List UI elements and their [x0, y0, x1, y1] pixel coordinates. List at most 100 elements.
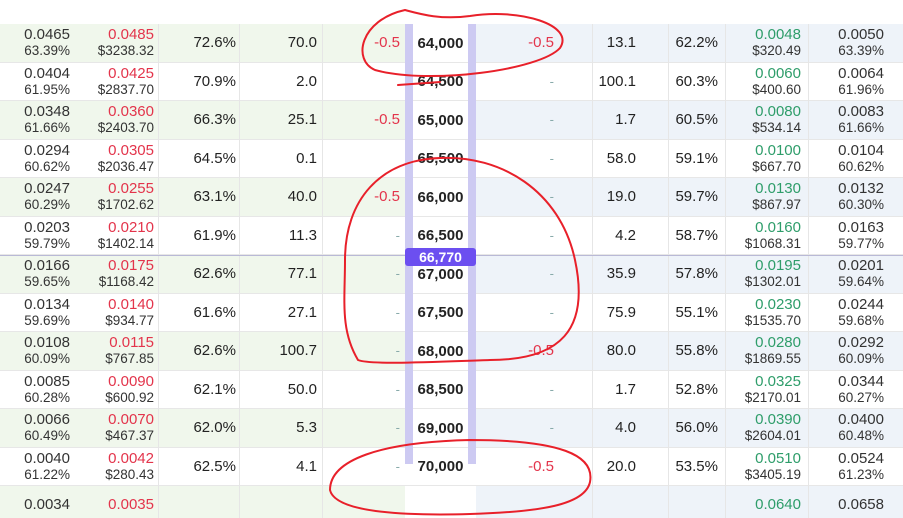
call-position: - — [395, 381, 400, 397]
call-position-cell[interactable]: - — [322, 332, 400, 371]
put-bid-cell[interactable]: 0.0280 $1869.55 — [725, 332, 801, 371]
put-ask-cell[interactable]: 0.0163 59.77% — [808, 217, 884, 256]
put-position-cell[interactable]: -0.5 — [476, 448, 554, 487]
call-position-cell[interactable] — [322, 140, 400, 179]
put-ask-cell[interactable]: 0.0050 63.39% — [808, 24, 884, 63]
put-ask-cell[interactable]: 0.0132 60.30% — [808, 178, 884, 217]
put-position-cell[interactable]: -0.5 — [476, 24, 554, 63]
call-bid-cell[interactable]: 0.0348 61.66% — [0, 101, 70, 140]
put-position-cell[interactable]: - — [476, 217, 554, 256]
call-bid-cell[interactable]: 0.0294 60.62% — [0, 140, 70, 179]
put-ask-cell[interactable]: 0.0400 60.48% — [808, 409, 884, 448]
put-ask-cell[interactable]: 0.0658 — [808, 486, 884, 518]
table-row[interactable]: 0.0465 63.39% 0.0485 $3238.32 72.6% 70.0 -0.5 6… — [0, 24, 903, 63]
call-position-cell[interactable]: -0.5 — [322, 24, 400, 63]
call-ask-cell[interactable]: 0.0042 $280.43 — [74, 448, 154, 487]
call-bid-iv: 60.49% — [24, 428, 70, 444]
call-bid-cell[interactable]: 0.0404 61.95% — [0, 63, 70, 102]
put-ask-cell[interactable]: 0.0244 59.68% — [808, 294, 884, 333]
call-ask-cell[interactable]: 0.0485 $3238.32 — [74, 24, 154, 63]
call-position-cell[interactable]: -0.5 — [322, 178, 400, 217]
put-bid-cell[interactable]: 0.0325 $2170.01 — [725, 371, 801, 410]
put-ask-cell[interactable]: 0.0064 61.96% — [808, 63, 884, 102]
put-position-cell[interactable]: - — [476, 255, 554, 294]
call-bid-cell[interactable]: 0.0203 59.79% — [0, 217, 70, 256]
put-ask-cell[interactable]: 0.0104 60.62% — [808, 140, 884, 179]
put-bid-price: 0.0640 — [755, 496, 801, 514]
call-position-cell[interactable]: -0.5 — [322, 101, 400, 140]
call-position-cell[interactable]: - — [322, 409, 400, 448]
put-position-cell[interactable]: -0.5 — [476, 332, 554, 371]
call-position-cell[interactable]: - — [322, 217, 400, 256]
put-ask-cell[interactable]: 0.0201 59.64% — [808, 255, 884, 294]
call-ask-cell[interactable]: 0.0070 $467.37 — [74, 409, 154, 448]
put-position-cell[interactable]: - — [476, 140, 554, 179]
call-delta: 62.1% — [193, 380, 236, 398]
put-bid-cell[interactable]: 0.0048 $320.49 — [725, 24, 801, 63]
call-ask-cell[interactable]: 0.0305 $2036.47 — [74, 140, 154, 179]
call-ask-usd: $1702.62 — [97, 197, 154, 213]
call-ask-usd: $3238.32 — [97, 43, 154, 59]
call-bid-cell[interactable]: 0.0066 60.49% — [0, 409, 70, 448]
call-bid-cell[interactable]: 0.0166 59.65% — [0, 255, 70, 294]
put-position-cell[interactable]: - — [476, 294, 554, 333]
table-row[interactable]: 0.0040 61.22% 0.0042 $280.43 62.5% 4.1-70,000… — [0, 447, 903, 487]
call-ask-cell[interactable]: 0.0210 $1402.14 — [74, 217, 154, 256]
put-bid-cell[interactable]: 0.0640 — [725, 486, 801, 518]
call-position-cell[interactable] — [322, 63, 400, 102]
table-row[interactable]: 0.0294 60.62% 0.0305 $2036.47 64.5% 0.1 65,500… — [0, 139, 903, 179]
put-position-cell[interactable]: - — [476, 409, 554, 448]
put-bid-cell[interactable]: 0.0100 $667.70 — [725, 140, 801, 179]
call-bid-cell[interactable]: 0.0465 63.39% — [0, 24, 70, 63]
put-bid-cell[interactable]: 0.0230 $1535.70 — [725, 294, 801, 333]
call-bid-cell[interactable]: 0.0134 59.69% — [0, 294, 70, 333]
table-row[interactable]: 0.0134 59.69% 0.0140 $934.77 61.6% 27.1-67,50… — [0, 293, 903, 333]
put-position-cell[interactable] — [476, 486, 554, 518]
put-ask-cell[interactable]: 0.0344 60.27% — [808, 371, 884, 410]
table-row[interactable]: 0.0066 60.49% 0.0070 $467.37 62.0% 5.3-69,000… — [0, 409, 903, 448]
table-row[interactable]: 0.0085 60.28% 0.0090 $600.92 62.1% 50.0-68,50… — [0, 370, 903, 410]
call-ask-cell[interactable]: 0.0360 $2403.70 — [74, 101, 154, 140]
call-ask-cell[interactable]: 0.0425 $2837.70 — [74, 63, 154, 102]
call-bid-cell[interactable]: 0.0247 60.29% — [0, 178, 70, 217]
table-row[interactable]: 0.0108 60.09% 0.0115 $767.85 62.6% 100.7-68,0… — [0, 332, 903, 371]
call-ask-cell[interactable]: 0.0115 $767.85 — [74, 332, 154, 371]
call-ask-usd: $2837.70 — [97, 81, 154, 97]
call-position-cell[interactable]: - — [322, 294, 400, 333]
call-position-cell[interactable]: - — [322, 255, 400, 294]
call-ask-price: 0.0140 — [108, 295, 154, 313]
call-ask-cell[interactable]: 0.0175 $1168.42 — [74, 255, 154, 294]
call-bid-cell[interactable]: 0.0040 61.22% — [0, 448, 70, 487]
call-position: - — [395, 343, 400, 359]
call-position-cell[interactable] — [322, 486, 400, 518]
table-row[interactable]: 0.0404 61.95% 0.0425 $2837.70 70.9% 2.0 64,500… — [0, 62, 903, 102]
call-ask-cell[interactable]: 0.0090 $600.92 — [74, 371, 154, 410]
put-bid-cell[interactable]: 0.0160 $1068.31 — [725, 217, 801, 256]
call-ask-cell[interactable]: 0.0035 — [74, 486, 154, 518]
put-bid-cell[interactable]: 0.0510 $3405.19 — [725, 448, 801, 487]
put-position-cell[interactable]: - — [476, 101, 554, 140]
table-row[interactable]: 0.0034 0.0035 0.0640 0.0658 — [0, 486, 903, 518]
call-ask-cell[interactable]: 0.0255 $1702.62 — [74, 178, 154, 217]
put-ask-cell[interactable]: 0.0292 60.09% — [808, 332, 884, 371]
put-position: -0.5 — [528, 342, 554, 360]
call-position-cell[interactable]: - — [322, 448, 400, 487]
table-row[interactable]: 0.0348 61.66% 0.0360 $2403.70 66.3% 25.1 -0.5 6… — [0, 101, 903, 140]
put-ask-cell[interactable]: 0.0524 61.23% — [808, 448, 884, 487]
put-bid-cell[interactable]: 0.0080 $534.14 — [725, 101, 801, 140]
put-position-cell[interactable]: - — [476, 63, 554, 102]
call-bid-cell[interactable]: 0.0108 60.09% — [0, 332, 70, 371]
call-bid-cell[interactable]: 0.0085 60.28% — [0, 371, 70, 410]
put-position-cell[interactable]: - — [476, 371, 554, 410]
call-ask-cell[interactable]: 0.0140 $934.77 — [74, 294, 154, 333]
put-position-cell[interactable]: - — [476, 178, 554, 217]
put-bid-cell[interactable]: 0.0390 $2604.01 — [725, 409, 801, 448]
put-bid-cell[interactable]: 0.0195 $1302.01 — [725, 255, 801, 294]
call-bid-cell[interactable]: 0.0034 — [0, 486, 70, 518]
table-row[interactable]: 0.0247 60.29% 0.0255 $1702.62 63.1% 40.0 -0.5 6… — [0, 178, 903, 217]
call-position-cell[interactable]: - — [322, 371, 400, 410]
put-bid-cell[interactable]: 0.0130 $867.97 — [725, 178, 801, 217]
call-delta-cell: 62.6% — [158, 255, 236, 294]
put-ask-cell[interactable]: 0.0083 61.66% — [808, 101, 884, 140]
put-bid-cell[interactable]: 0.0060 $400.60 — [725, 63, 801, 102]
